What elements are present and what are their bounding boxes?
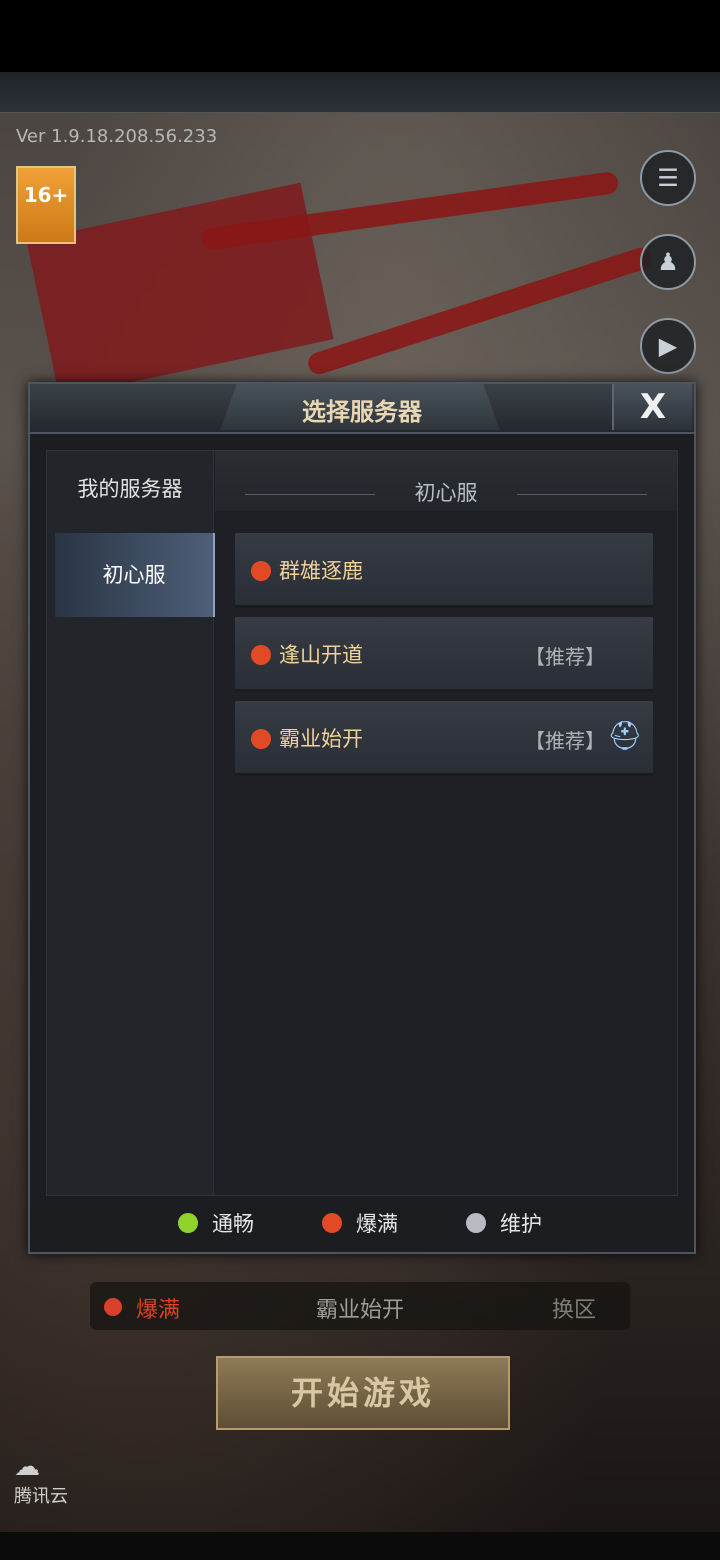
top-frame — [0, 72, 720, 113]
status-legend: 通畅 爆满 维护 — [30, 1194, 694, 1250]
group-header: 初心服 — [215, 451, 677, 511]
server-select-dialog: 选择服务器 X 我的服务器 初心服 初心服 群雄逐鹿 逢山开道 【推荐】 霸业始… — [28, 382, 696, 1254]
cloud-icon: ☁ — [14, 1452, 40, 1482]
legend-item: 通畅 — [178, 1208, 254, 1238]
status-dot — [251, 729, 271, 749]
notice-icon[interactable]: ☰ — [640, 150, 696, 206]
server-list-panel: 初心服 群雄逐鹿 逢山开道 【推荐】 霸业始开 【推荐】 ⛑ — [215, 451, 677, 1195]
status-bar — [0, 0, 720, 72]
group-title: 初心服 — [414, 481, 478, 505]
status-dot — [104, 1298, 122, 1316]
legal-line — [70, 1440, 690, 1458]
server-row[interactable]: 群雄逐鹿 — [235, 533, 653, 608]
close-button[interactable]: X — [612, 384, 692, 430]
tencent-cloud-label: 腾讯云 — [14, 1486, 68, 1507]
current-server-name: 霸业始开 — [316, 1298, 405, 1323]
server-row[interactable]: 逢山开道 【推荐】 — [235, 617, 653, 692]
dialog-header: 选择服务器 X — [30, 384, 694, 434]
legend-label: 维护 — [500, 1212, 542, 1236]
legend-label: 通畅 — [212, 1212, 254, 1236]
divider — [517, 494, 647, 495]
dialog-title: 选择服务器 — [302, 398, 422, 426]
server-name: 逢山开道 — [279, 643, 363, 667]
dialog-body: 我的服务器 初心服 初心服 群雄逐鹿 逢山开道 【推荐】 霸业始开 【推荐】 ⛑ — [46, 450, 678, 1196]
play-video-icon[interactable]: ▶ — [640, 318, 696, 374]
server-row[interactable]: 霸业始开 【推荐】 ⛑ — [235, 701, 653, 776]
server-name: 霸业始开 — [279, 727, 363, 751]
status-dot — [251, 561, 271, 581]
legend-item: 爆满 — [322, 1208, 398, 1238]
change-server-link[interactable]: 换区 — [552, 1292, 596, 1324]
recommend-tag: 【推荐】 — [525, 645, 605, 669]
sidebar-item-my-servers[interactable]: 我的服务器 — [47, 473, 213, 503]
helmet-icon: ⛑ — [607, 719, 643, 752]
legend-label: 爆满 — [356, 1212, 398, 1236]
version-label: Ver 1.9.18.208.56.233 — [16, 126, 218, 147]
account-icon[interactable]: ♟ — [640, 234, 696, 290]
sidebar-item-selected-group[interactable]: 初心服 — [55, 533, 215, 617]
legend-dot — [178, 1213, 198, 1233]
legend-item: 维护 — [466, 1208, 542, 1238]
legend-dot — [322, 1213, 342, 1233]
age-rating-badge: 16+ — [16, 166, 76, 244]
recommend-tag: 【推荐】 — [525, 729, 605, 753]
server-status: 爆满 — [136, 1298, 181, 1323]
tencent-cloud-logo: ☁ 腾讯云 — [14, 1452, 68, 1508]
start-game-button[interactable]: 开始游戏 — [216, 1356, 510, 1430]
legend-dot — [466, 1213, 486, 1233]
bottom-edge — [0, 1532, 720, 1560]
server-group-sidebar: 我的服务器 初心服 — [47, 451, 215, 1195]
server-name: 群雄逐鹿 — [279, 559, 363, 583]
status-dot — [251, 645, 271, 665]
